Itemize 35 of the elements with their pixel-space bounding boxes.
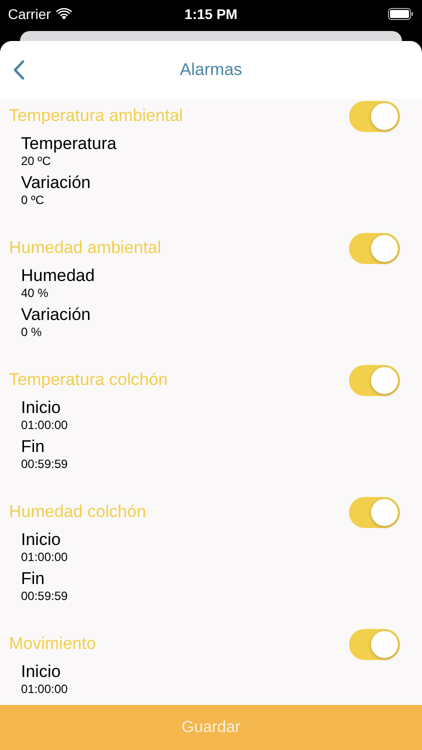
setting-label: Inicio: [21, 662, 61, 682]
setting-value: 0 %: [21, 325, 42, 340]
section-title: Temperatura colchón: [9, 370, 168, 390]
screen-title: Alarmas: [180, 60, 242, 80]
back-icon[interactable]: [13, 60, 25, 80]
setting-label: Humedad: [21, 266, 95, 286]
setting-label: Inicio: [21, 530, 61, 550]
clock-time: 1:15 PM: [184, 6, 238, 22]
setting-value: 00:59:59: [21, 589, 68, 604]
toggle-switch[interactable]: [349, 100, 400, 132]
section-title: Temperatura ambiental: [9, 106, 183, 126]
section-title: Humedad colchón: [9, 502, 146, 522]
section-title: Humedad ambiental: [9, 238, 162, 258]
setting-label: Variación: [21, 173, 91, 193]
setting-value: 20 ºC: [21, 154, 51, 169]
toggle-switch[interactable]: [349, 232, 400, 264]
setting-label: Fin: [21, 569, 45, 589]
battery-icon: [388, 8, 414, 20]
setting-label: Inicio: [21, 398, 61, 418]
setting-value: 01:00:00: [21, 550, 68, 565]
toggle-switch[interactable]: [349, 496, 400, 528]
carrier-label: Carrier: [8, 6, 51, 22]
wifi-icon: [56, 8, 72, 20]
section-title: Movimiento: [9, 634, 96, 654]
setting-value: 00:59:59: [21, 457, 68, 472]
toggle-switch[interactable]: [349, 628, 400, 660]
setting-label: Fin: [21, 437, 45, 457]
setting-label: Variación: [21, 305, 91, 325]
toggle-switch[interactable]: [349, 364, 400, 396]
setting-value: 40 %: [21, 286, 48, 301]
setting-value: 01:00:00: [21, 682, 68, 697]
setting-label: Temperatura: [21, 134, 116, 154]
save-button[interactable]: Guardar: [0, 705, 422, 750]
setting-value: 01:00:00: [21, 418, 68, 433]
setting-value: 0 ºC: [21, 193, 44, 208]
